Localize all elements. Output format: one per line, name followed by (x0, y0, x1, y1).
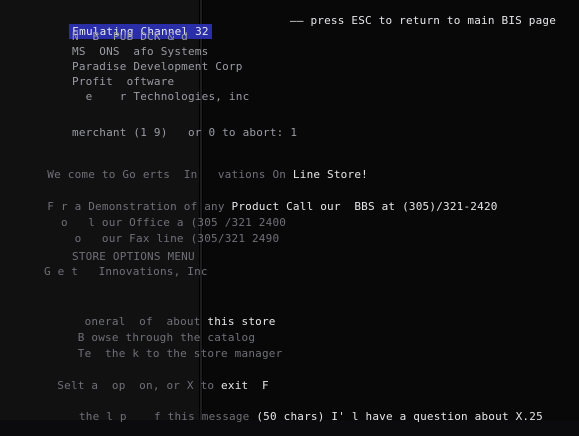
contact-fax-text: o our Fax line (305 (47, 232, 218, 245)
return-prompt: —— press ESC to return to main BIS page (290, 14, 557, 27)
menu-subtitle: G e t Innovations, Inc (44, 265, 208, 278)
message-line-input[interactable]: (50 chars) I' l have a question about X.… (256, 410, 543, 423)
contact-fax-number: /321 2490 (217, 232, 280, 245)
vendor-item[interactable]: Profit oftware (72, 75, 174, 88)
message-line-text: the l p f this message (65, 410, 257, 423)
vendor-item[interactable]: e r Technologies, inc (72, 90, 250, 103)
menu-option-text: Te the k to the store manager (57, 347, 283, 360)
terminal-screen: Emulating Channel 32 —— press ESC to ret… (0, 0, 579, 423)
message-line[interactable]: the l p f this message (50 chars) I' l h… (38, 397, 543, 436)
option-prompt-input[interactable]: exit F (221, 379, 269, 392)
merchant-prompt[interactable]: merchant (1 9) or 0 to abort: 1 (72, 126, 297, 139)
menu-title: STORE OPTIONS MENU (72, 250, 195, 263)
store-name: Line Store! (292, 168, 368, 181)
option-prompt-text: Selt a op on, or X to (57, 379, 222, 392)
vendor-item[interactable]: Paradise Development Corp (72, 60, 243, 73)
vendor-item[interactable]: MS ONS afo Systems (72, 45, 208, 58)
welcome-text: We come to Go erts In vations On (47, 168, 293, 181)
vendor-item[interactable]: N B PUB DCK & d (72, 30, 188, 43)
